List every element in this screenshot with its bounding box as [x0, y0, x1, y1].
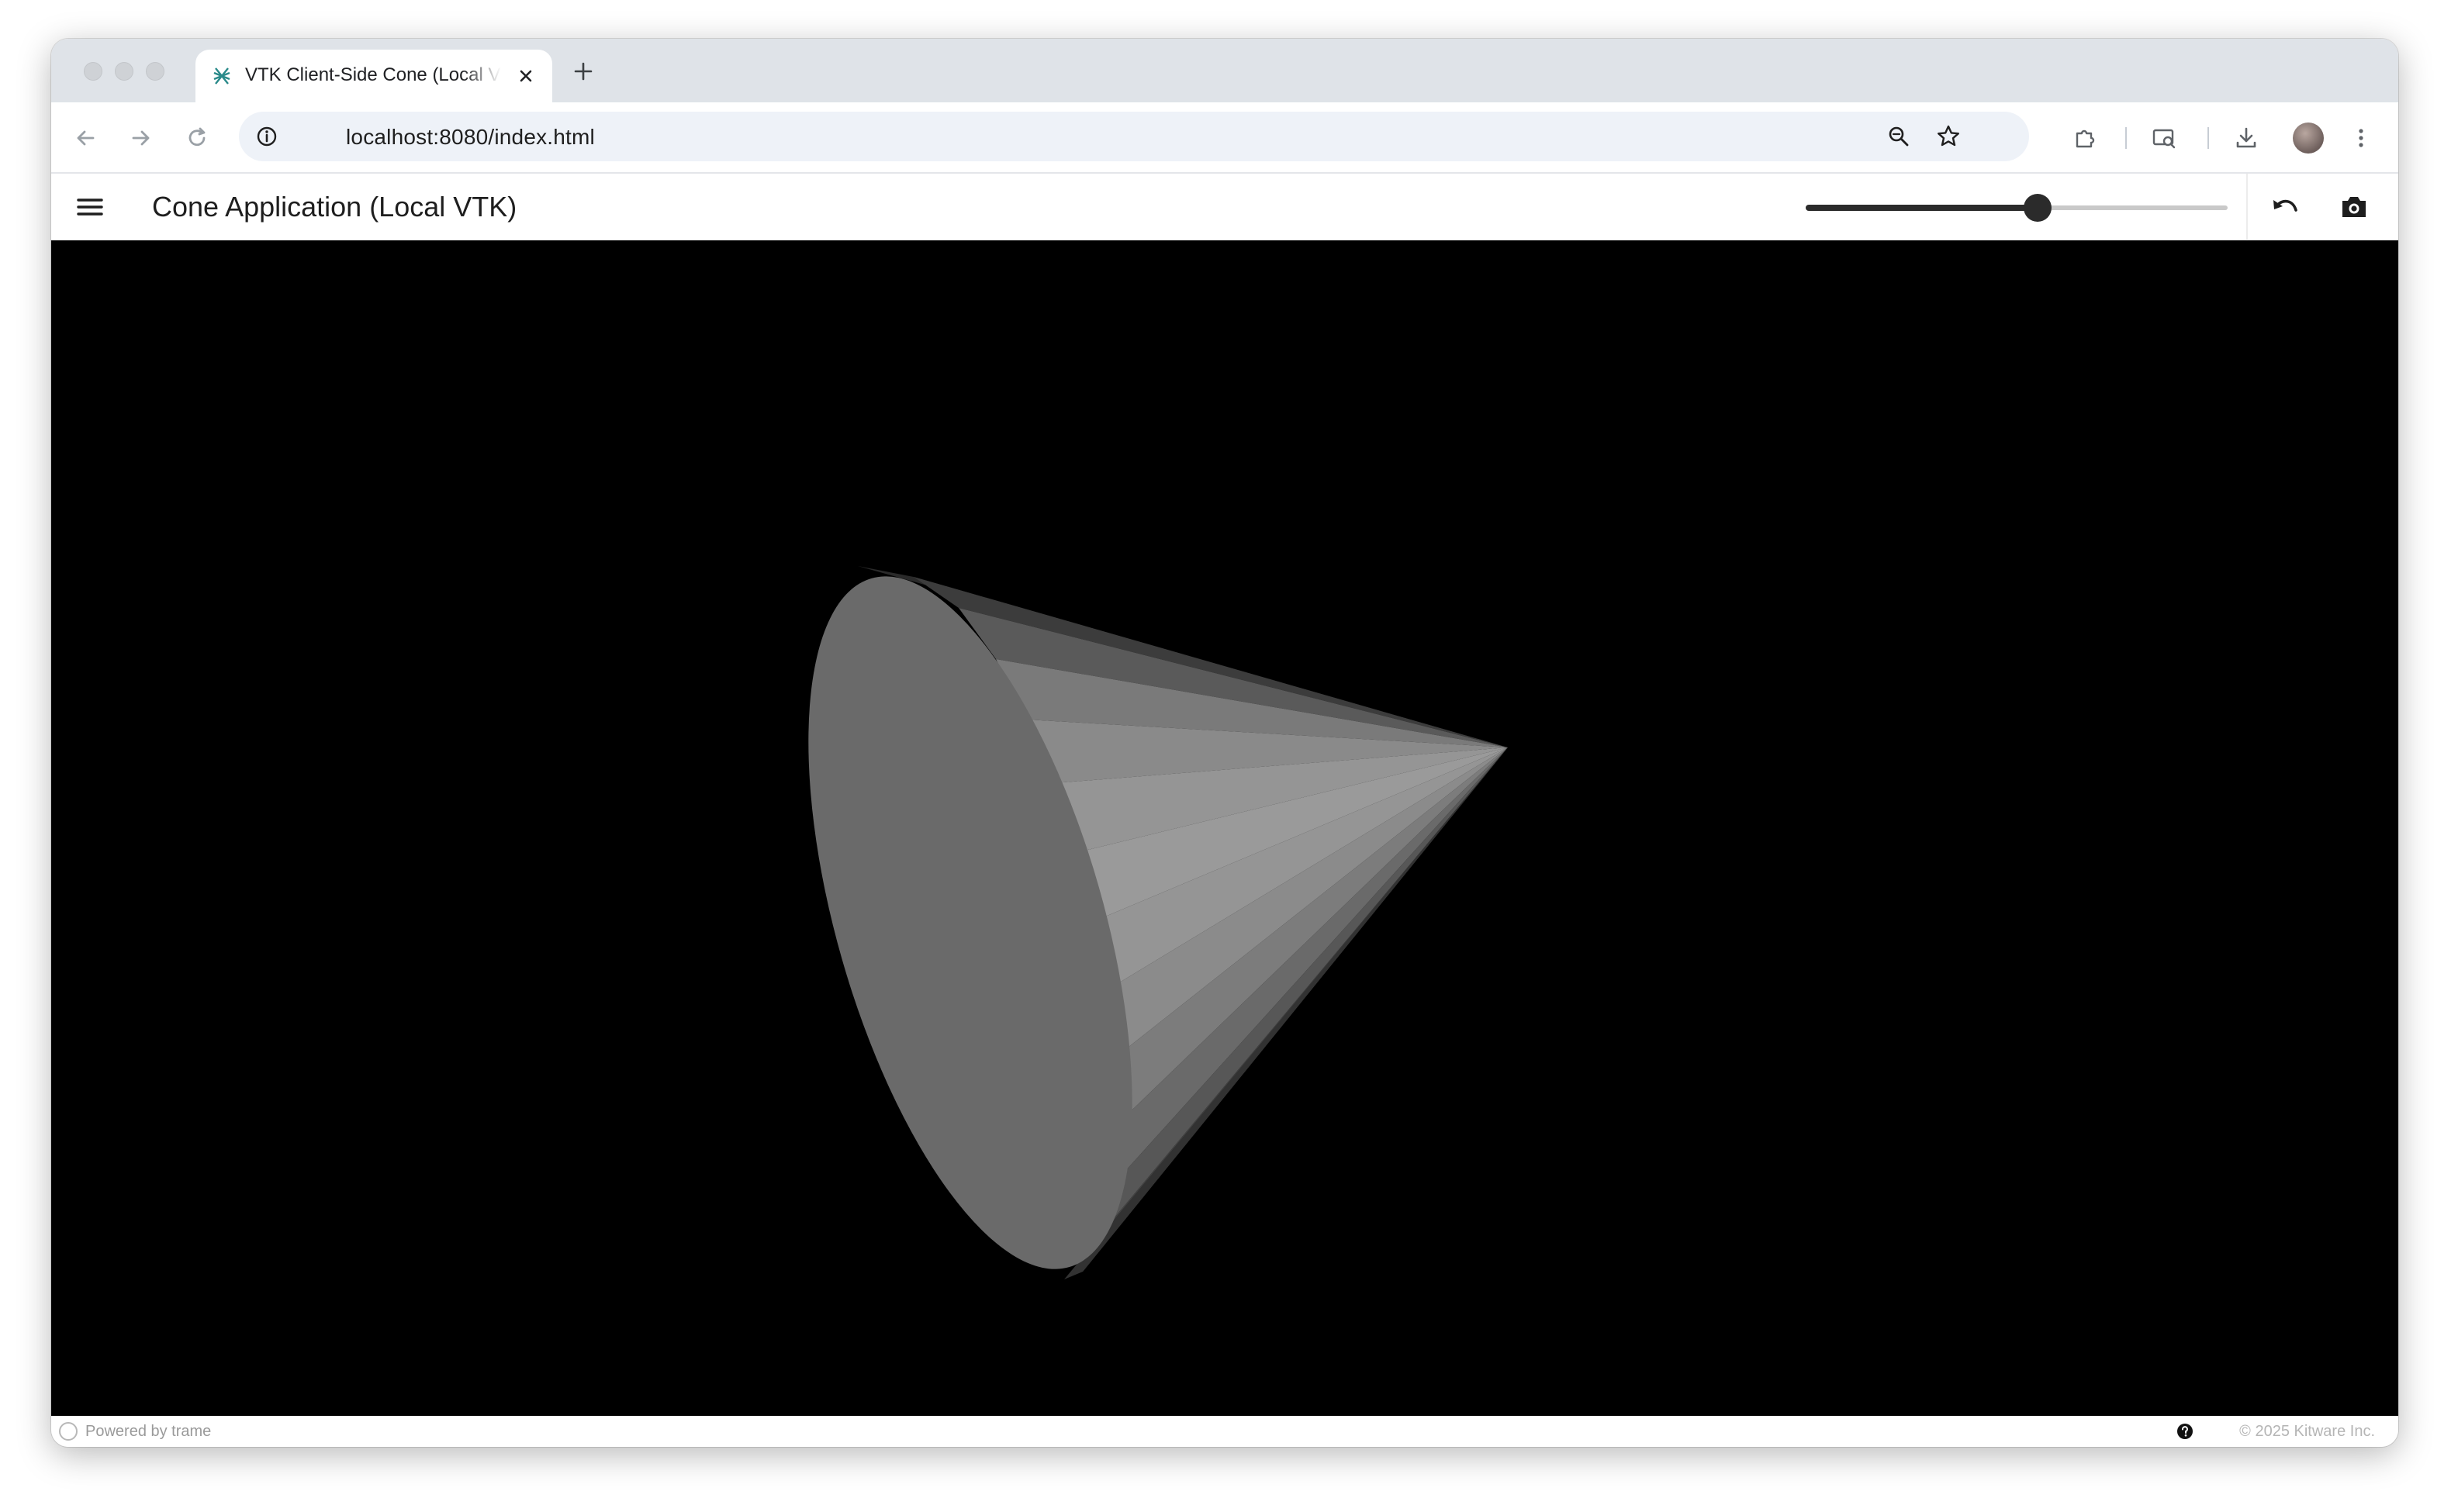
new-tab-icon[interactable] [572, 60, 594, 82]
window-zoom-button[interactable] [146, 62, 164, 81]
browser-toolbar: localhost:8080/index.html [51, 102, 2398, 174]
trame-logo-icon [59, 1422, 78, 1441]
toolbar-separator [2207, 127, 2209, 149]
url-text[interactable]: localhost:8080/index.html [346, 125, 595, 150]
tab-search-icon[interactable] [2150, 124, 2178, 152]
tab-title: VTK Client-Side Cone (Local VTK) [245, 64, 501, 85]
screenshot-camera-icon[interactable] [2338, 192, 2370, 223]
toolbar-separator [2125, 127, 2127, 149]
cone-render[interactable] [51, 240, 2398, 1416]
browser-window: VTK Client-Side Cone (Local VTK) [51, 39, 2398, 1447]
address-bar[interactable]: localhost:8080/index.html [239, 112, 2029, 161]
zoom-icon[interactable] [1885, 123, 1913, 150]
more-menu-icon[interactable] [2347, 124, 2375, 152]
forward-arrow-icon[interactable] [127, 124, 155, 152]
reset-camera-undo-icon[interactable] [2270, 192, 2302, 223]
browser-tab-active[interactable]: VTK Client-Side Cone (Local VTK) [195, 50, 552, 102]
reload-icon[interactable] [183, 124, 211, 152]
hamburger-menu-icon[interactable] [74, 192, 105, 223]
site-info-icon[interactable] [253, 123, 281, 150]
powered-by-text: Powered by trame [85, 1423, 212, 1440]
copyright-text: © 2025 Kitware Inc. [2239, 1423, 2375, 1440]
tab-close-icon[interactable] [515, 65, 537, 87]
extensions-puzzle-icon[interactable] [2071, 124, 2099, 152]
window-close-button[interactable] [84, 62, 102, 81]
app-toolbar: Cone Application (Local VTK) [51, 174, 2398, 240]
bookmark-star-icon[interactable] [1934, 123, 1962, 150]
slider-fill [1806, 205, 2038, 211]
toolbar-divider [2246, 174, 2248, 240]
slider-thumb[interactable] [2024, 194, 2052, 222]
resolution-slider[interactable] [1806, 194, 2228, 222]
help-icon[interactable] [2176, 1423, 2193, 1440]
app-footer: Powered by trame © 2025 Kitware Inc. [51, 1416, 2398, 1447]
profile-avatar[interactable] [2293, 123, 2324, 154]
download-icon[interactable] [2232, 124, 2260, 152]
back-arrow-icon[interactable] [71, 124, 99, 152]
window-minimize-button[interactable] [115, 62, 133, 81]
trame-logo-icon [213, 67, 230, 85]
app-title: Cone Application (Local VTK) [152, 191, 517, 223]
vtk-render-view[interactable] [51, 240, 2398, 1416]
tab-strip: VTK Client-Side Cone (Local VTK) [51, 39, 2398, 102]
